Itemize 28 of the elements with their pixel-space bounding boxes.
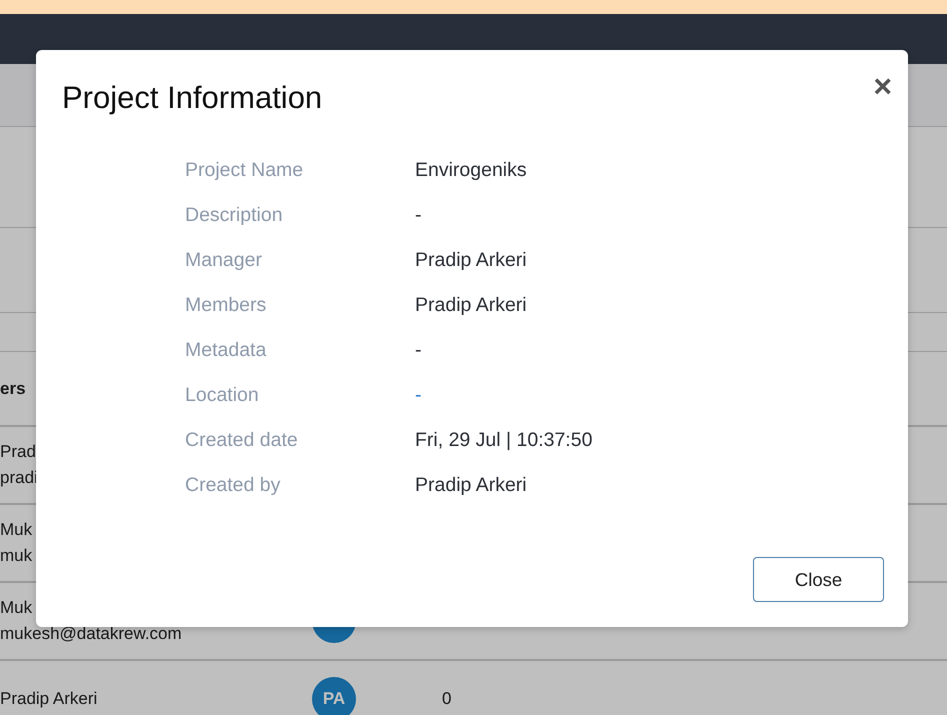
modal-title: Project Information bbox=[62, 79, 322, 117]
user-email: muk bbox=[0, 545, 32, 567]
field-label: Created date bbox=[185, 428, 299, 454]
count-text: 0 bbox=[442, 688, 452, 710]
field-value: Fri, 29 Jul | 10:37:50 bbox=[415, 428, 594, 454]
field-value: Pradip Arkeri bbox=[415, 248, 528, 274]
user-email: mukesh@datakrew.com bbox=[0, 623, 182, 645]
close-button[interactable]: Close bbox=[753, 557, 884, 602]
field-label: Project Name bbox=[185, 158, 304, 184]
field-label: Created by bbox=[185, 473, 282, 498]
field-value: Pradip Arkeri bbox=[415, 293, 528, 318]
field-value: - bbox=[415, 338, 422, 364]
field-label: Members bbox=[185, 293, 268, 318]
field-label: Description bbox=[185, 203, 284, 228]
user-name: Muk bbox=[0, 518, 32, 541]
user-name: Pradip Arkeri bbox=[0, 688, 98, 710]
field-link[interactable]: - bbox=[415, 384, 422, 406]
column-header: ers bbox=[0, 378, 26, 400]
field-value: Envirogeniks bbox=[415, 158, 528, 184]
field-label: Metadata bbox=[185, 338, 268, 364]
avatar-icon: PA bbox=[312, 677, 356, 715]
field-value: Pradip Arkeri bbox=[415, 473, 528, 498]
field-value: - bbox=[415, 203, 422, 228]
user-name: Prad bbox=[0, 440, 36, 463]
field-label: Manager bbox=[185, 248, 263, 274]
field-label: Location bbox=[185, 383, 260, 408]
user-name: Muk bbox=[0, 596, 32, 619]
user-email: pradi bbox=[0, 467, 38, 489]
